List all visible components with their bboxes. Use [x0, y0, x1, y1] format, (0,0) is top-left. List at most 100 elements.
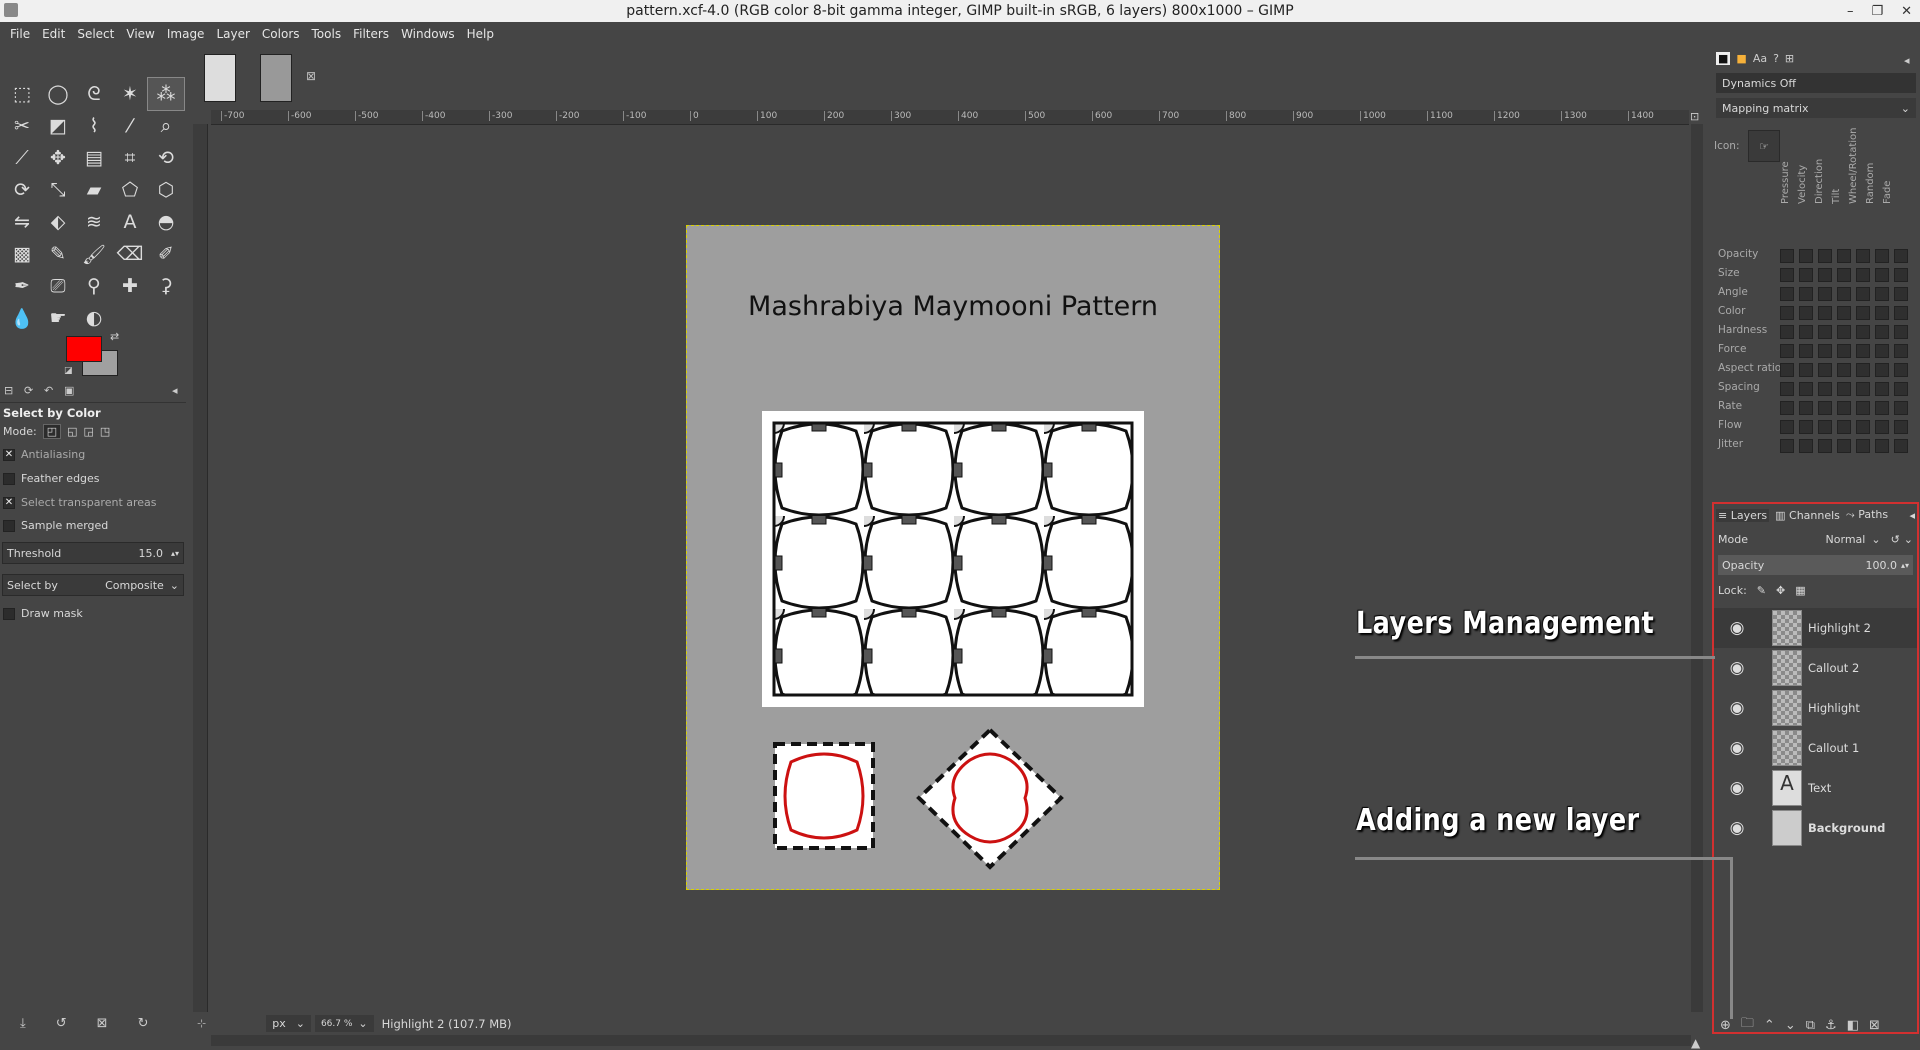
close-button[interactable]: ✕: [1901, 4, 1912, 19]
layer-mode-dropdown[interactable]: Normal ⌄: [1826, 533, 1881, 546]
align-tool[interactable]: ▤: [76, 142, 112, 174]
matrix-cell[interactable]: [1894, 382, 1908, 396]
device-status-tab-icon[interactable]: ⟳: [24, 384, 33, 397]
tool-options-tab-icon[interactable]: ⊟: [4, 384, 13, 397]
matrix-cell[interactable]: [1875, 401, 1889, 415]
sample-merged-option[interactable]: Sample merged: [3, 519, 108, 532]
menu-edit[interactable]: Edit: [36, 27, 71, 41]
perspective-tool[interactable]: ⬠: [112, 174, 148, 206]
menu-image[interactable]: Image: [161, 27, 211, 41]
matrix-cell[interactable]: [1856, 420, 1870, 434]
feather-edges-checkbox[interactable]: [3, 472, 15, 485]
matrix-cell[interactable]: [1837, 344, 1851, 358]
pattern-tab-icon[interactable]: ■: [1736, 52, 1746, 65]
mode-intersect-icon[interactable]: ◳: [100, 425, 110, 438]
layer-row[interactable]: ◉ Background: [1714, 808, 1917, 848]
visibility-eye-icon[interactable]: ◉: [1722, 738, 1752, 758]
rotate-tool[interactable]: ⟳: [4, 174, 40, 206]
matrix-cell[interactable]: [1894, 420, 1908, 434]
matrix-cell[interactable]: [1894, 363, 1908, 377]
matrix-cell[interactable]: [1799, 420, 1813, 434]
matrix-cell[interactable]: [1818, 287, 1832, 301]
visibility-eye-icon[interactable]: ◉: [1722, 618, 1752, 638]
matrix-cell[interactable]: [1837, 420, 1851, 434]
matrix-cell[interactable]: [1780, 287, 1794, 301]
ink-tool[interactable]: ✒: [4, 270, 40, 302]
matrix-cell[interactable]: [1875, 306, 1889, 320]
configure-tab-icon[interactable]: ◂: [172, 384, 178, 397]
matrix-cell[interactable]: [1856, 325, 1870, 339]
matrix-cell[interactable]: [1894, 344, 1908, 358]
matrix-cell[interactable]: [1818, 268, 1832, 282]
matrix-cell[interactable]: [1799, 439, 1813, 453]
layer-opacity-slider[interactable]: Opacity 100.0 ▴▾: [1718, 555, 1913, 575]
feather-edges-option[interactable]: Feather edges: [3, 472, 100, 485]
bucket-fill-tool[interactable]: ◓: [148, 206, 184, 238]
matrix-cell[interactable]: [1875, 382, 1889, 396]
zoom-select[interactable]: 66.7 % ⌄: [314, 1015, 374, 1032]
image-thumbnail-2[interactable]: [260, 54, 292, 102]
maximize-button[interactable]: ❐: [1871, 4, 1883, 19]
matrix-cell[interactable]: [1894, 287, 1908, 301]
matrix-cell[interactable]: [1818, 306, 1832, 320]
visibility-eye-icon[interactable]: ◉: [1722, 658, 1752, 678]
flip-tool[interactable]: ⇋: [4, 206, 40, 238]
matrix-cell[interactable]: [1818, 363, 1832, 377]
matrix-cell[interactable]: [1799, 287, 1813, 301]
3d-transform-tool[interactable]: ⬡: [148, 174, 184, 206]
matrix-cell[interactable]: [1799, 401, 1813, 415]
matrix-cell[interactable]: [1799, 268, 1813, 282]
undo-history-tab-icon[interactable]: ↶: [44, 384, 53, 397]
draw-mask-checkbox[interactable]: [3, 607, 15, 620]
cage-transform-tool[interactable]: ⬖: [40, 206, 76, 238]
layer-row[interactable]: ◉ Highlight: [1714, 688, 1917, 728]
matrix-cell[interactable]: [1818, 325, 1832, 339]
heal-tool[interactable]: ✚: [112, 270, 148, 302]
matrix-cell[interactable]: [1875, 268, 1889, 282]
menu-file[interactable]: File: [4, 27, 36, 41]
pencil-tool[interactable]: ✎: [40, 238, 76, 270]
matrix-cell[interactable]: [1780, 325, 1794, 339]
matrix-cell[interactable]: [1875, 439, 1889, 453]
anchor-layer-icon[interactable]: ⚓: [1825, 1018, 1837, 1033]
matrix-cell[interactable]: [1837, 325, 1851, 339]
menu-filters[interactable]: Filters: [347, 27, 395, 41]
panel-configure-icon[interactable]: ◂: [1909, 509, 1915, 522]
tab-paths[interactable]: ⤳ Paths: [1846, 508, 1888, 522]
matrix-cell[interactable]: [1780, 306, 1794, 320]
matrix-cell[interactable]: [1799, 382, 1813, 396]
matrix-cell[interactable]: [1818, 420, 1832, 434]
paintbrush-tool[interactable]: 🖌: [76, 238, 112, 270]
matrix-cell[interactable]: [1780, 439, 1794, 453]
eraser-tool[interactable]: ⌫: [112, 238, 148, 270]
clone-tool[interactable]: ⚲: [76, 270, 112, 302]
matrix-cell[interactable]: [1894, 249, 1908, 263]
threshold-spin-icon[interactable]: ▴▾: [171, 549, 179, 558]
matrix-cell[interactable]: [1837, 439, 1851, 453]
foreground-color-swatch[interactable]: [66, 336, 102, 362]
matrix-cell[interactable]: [1837, 287, 1851, 301]
matrix-cell[interactable]: [1818, 344, 1832, 358]
matrix-cell[interactable]: [1856, 363, 1870, 377]
menu-help[interactable]: Help: [461, 27, 500, 41]
matrix-cell[interactable]: [1894, 306, 1908, 320]
mypaint-brush-tool[interactable]: ⎚: [40, 270, 76, 302]
mapping-matrix-dropdown[interactable]: Mapping matrix ⌄: [1716, 98, 1916, 118]
matrix-cell[interactable]: [1818, 439, 1832, 453]
matrix-cell[interactable]: [1799, 344, 1813, 358]
menu-tools[interactable]: Tools: [306, 27, 348, 41]
minimize-button[interactable]: –: [1847, 4, 1854, 19]
select-by-dropdown[interactable]: Select by Composite ⌄: [2, 574, 184, 596]
matrix-cell[interactable]: [1894, 268, 1908, 282]
visibility-eye-icon[interactable]: ◉: [1722, 698, 1752, 718]
matrix-cell[interactable]: [1875, 287, 1889, 301]
matrix-cell[interactable]: [1837, 401, 1851, 415]
foreground-select-tool[interactable]: ◩: [40, 110, 76, 142]
reset-options-icon[interactable]: ↻: [138, 1016, 149, 1031]
lock-alpha-icon[interactable]: ▦: [1795, 584, 1805, 597]
unit-select[interactable]: px ⌄: [266, 1015, 311, 1032]
close-image-icon[interactable]: ⊠: [306, 69, 316, 83]
save-options-icon[interactable]: ⤓: [20, 1016, 26, 1031]
matrix-cell[interactable]: [1875, 344, 1889, 358]
matrix-cell[interactable]: [1818, 401, 1832, 415]
